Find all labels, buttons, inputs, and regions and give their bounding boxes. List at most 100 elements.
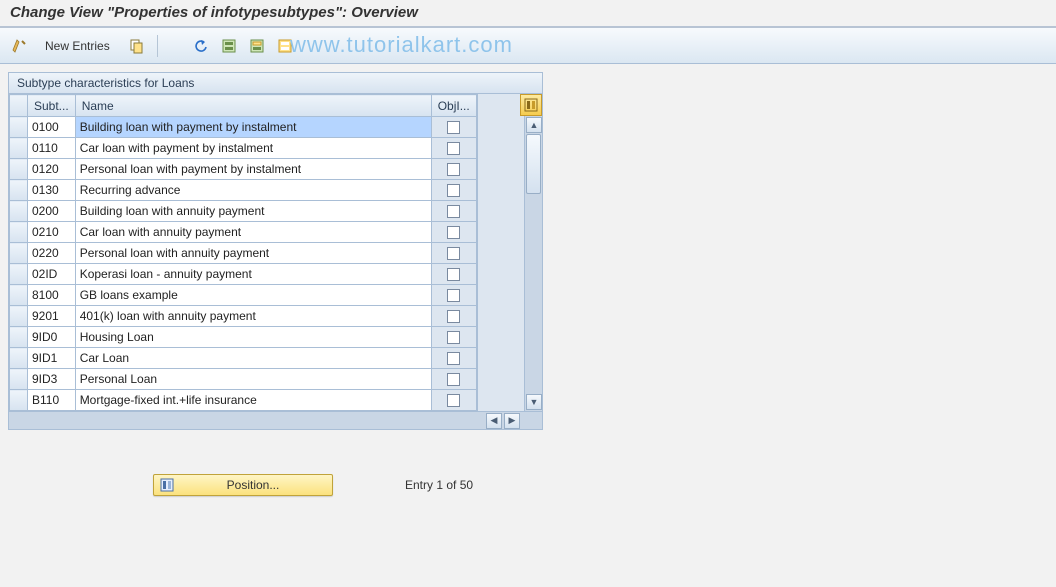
row-select-cell[interactable]	[10, 285, 28, 306]
select-block-button[interactable]	[246, 35, 268, 57]
obj-cell[interactable]	[431, 264, 476, 285]
name-cell[interactable]	[76, 138, 431, 158]
checkbox-icon[interactable]	[447, 247, 460, 260]
obj-cell[interactable]	[431, 222, 476, 243]
name-cell[interactable]	[76, 180, 431, 200]
name-cell[interactable]	[76, 159, 431, 179]
obj-cell[interactable]	[431, 159, 476, 180]
obj-cell[interactable]	[431, 180, 476, 201]
checkbox-icon[interactable]	[447, 289, 460, 302]
obj-cell[interactable]	[431, 285, 476, 306]
obj-cell[interactable]	[431, 201, 476, 222]
table-row	[10, 201, 477, 222]
row-select-cell[interactable]	[10, 222, 28, 243]
obj-cell[interactable]	[431, 138, 476, 159]
checkbox-icon[interactable]	[447, 310, 460, 323]
subtype-cell[interactable]	[28, 180, 75, 200]
name-cell[interactable]	[76, 201, 431, 221]
row-select-cell[interactable]	[10, 327, 28, 348]
name-cell[interactable]	[76, 390, 431, 410]
subtype-cell[interactable]	[28, 222, 75, 242]
toggle-display-button[interactable]	[8, 35, 30, 57]
col-name[interactable]: Name	[75, 95, 431, 117]
obj-cell[interactable]	[431, 306, 476, 327]
obj-cell[interactable]	[431, 243, 476, 264]
row-select-cell[interactable]	[10, 243, 28, 264]
obj-cell[interactable]	[431, 390, 476, 411]
undo-button[interactable]	[190, 35, 212, 57]
content-area: Subtype characteristics for Loans Subt..…	[0, 64, 1056, 587]
checkbox-icon[interactable]	[447, 163, 460, 176]
table-row	[10, 180, 477, 201]
horizontal-scrollbar[interactable]: ◀ ▶	[9, 411, 542, 429]
subtype-cell[interactable]	[28, 264, 75, 284]
row-select-cell[interactable]	[10, 159, 28, 180]
col-select[interactable]	[10, 95, 28, 117]
select-all-button[interactable]	[218, 35, 240, 57]
table-row	[10, 369, 477, 390]
subtype-cell[interactable]	[28, 138, 75, 158]
obj-cell[interactable]	[431, 327, 476, 348]
scroll-left-icon[interactable]: ◀	[486, 413, 502, 429]
subtype-cell[interactable]	[28, 348, 75, 368]
subtype-cell[interactable]	[28, 327, 75, 347]
deselect-all-button[interactable]	[274, 35, 296, 57]
subtype-cell[interactable]	[28, 369, 75, 389]
name-cell[interactable]	[76, 348, 431, 368]
vertical-scrollbar[interactable]: ▲ ▼	[524, 116, 542, 411]
checkbox-icon[interactable]	[447, 205, 460, 218]
row-select-cell[interactable]	[10, 117, 28, 138]
row-select-cell[interactable]	[10, 201, 28, 222]
subtype-cell[interactable]	[28, 201, 75, 221]
checkbox-icon[interactable]	[447, 268, 460, 281]
name-cell[interactable]	[76, 243, 431, 263]
checkbox-icon[interactable]	[447, 352, 460, 365]
checkbox-icon[interactable]	[447, 142, 460, 155]
copy-as-button[interactable]	[125, 35, 147, 57]
table-settings-button[interactable]	[520, 94, 542, 116]
position-label: Position...	[180, 478, 326, 492]
name-cell[interactable]	[76, 285, 431, 305]
row-select-cell[interactable]	[10, 306, 28, 327]
checkbox-icon[interactable]	[447, 121, 460, 134]
name-cell[interactable]	[76, 369, 431, 389]
subtype-cell[interactable]	[28, 159, 75, 179]
name-cell[interactable]	[76, 222, 431, 242]
panel-title: Subtype characteristics for Loans	[9, 73, 542, 94]
subtype-cell[interactable]	[28, 306, 75, 326]
checkbox-icon[interactable]	[447, 184, 460, 197]
new-entries-button[interactable]: New Entries	[36, 35, 119, 57]
obj-cell[interactable]	[431, 348, 476, 369]
scroll-down-icon[interactable]: ▼	[526, 394, 542, 410]
col-obj[interactable]: ObjI...	[431, 95, 476, 117]
checkbox-icon[interactable]	[447, 394, 460, 407]
checkbox-icon[interactable]	[447, 331, 460, 344]
name-cell[interactable]	[76, 306, 431, 326]
col-subtype[interactable]: Subt...	[28, 95, 76, 117]
row-select-cell[interactable]	[10, 138, 28, 159]
name-cell[interactable]	[76, 264, 431, 284]
checkbox-icon[interactable]	[447, 226, 460, 239]
scroll-thumb[interactable]	[526, 134, 541, 194]
obj-cell[interactable]	[431, 117, 476, 138]
scroll-right-icon[interactable]: ▶	[504, 413, 520, 429]
row-select-cell[interactable]	[10, 369, 28, 390]
obj-cell[interactable]	[431, 369, 476, 390]
subtype-cell[interactable]	[28, 117, 75, 137]
name-cell[interactable]	[76, 117, 431, 137]
scroll-up-icon[interactable]: ▲	[526, 117, 542, 133]
row-select-cell[interactable]	[10, 180, 28, 201]
position-button[interactable]: Position...	[153, 474, 333, 496]
subtype-cell[interactable]	[28, 285, 75, 305]
page-title: Change View "Properties of infotypesubty…	[0, 0, 1056, 28]
subtype-cell[interactable]	[28, 243, 75, 263]
row-select-cell[interactable]	[10, 264, 28, 285]
name-cell[interactable]	[76, 327, 431, 347]
toolbar-separator	[157, 35, 158, 57]
table-row	[10, 285, 477, 306]
row-select-cell[interactable]	[10, 390, 28, 411]
position-icon	[160, 478, 174, 492]
subtype-cell[interactable]	[28, 390, 75, 410]
checkbox-icon[interactable]	[447, 373, 460, 386]
row-select-cell[interactable]	[10, 348, 28, 369]
